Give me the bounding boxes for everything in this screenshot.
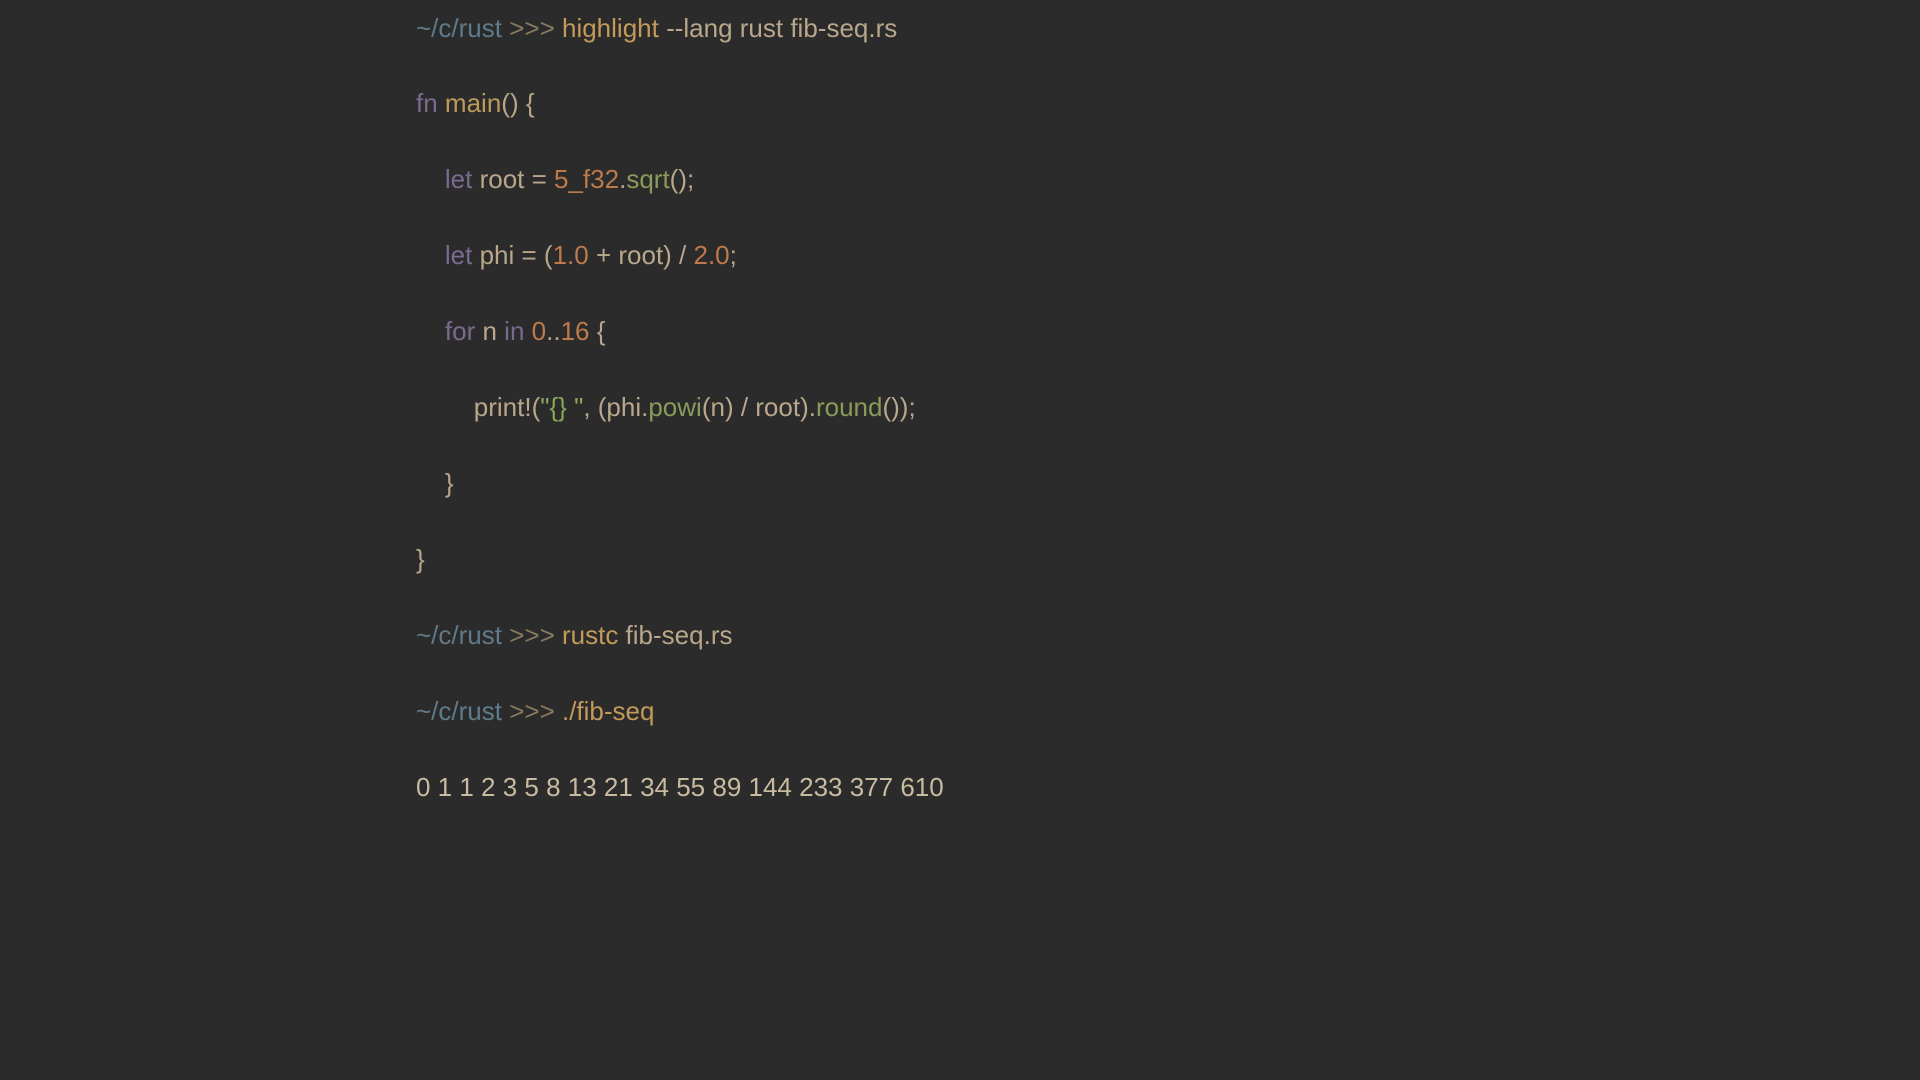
number-literal: 0 [532, 316, 546, 346]
code-text: root = [472, 164, 554, 194]
code-line-5: print!("{} ", (phi.powi(n) / root).round… [416, 389, 951, 427]
prompt-path: ~/c/rust [416, 696, 502, 726]
number-literal: 2.0 [694, 240, 730, 270]
code-text: + root) / [589, 240, 694, 270]
code-text: n [475, 316, 504, 346]
code-text: (); [670, 164, 695, 194]
number-literal: 16 [561, 316, 590, 346]
code-text: ; [730, 240, 737, 270]
keyword-in: in [504, 316, 524, 346]
command-args: --lang rust fib-seq.rs [659, 13, 897, 43]
prompt-arrows: >>> [502, 13, 562, 43]
method-round: round [816, 392, 883, 422]
code-line-6: } [416, 465, 951, 503]
command-rustc: rustc [562, 620, 618, 650]
prompt-line-1: ~/c/rust >>> highlight --lang rust fib-s… [416, 10, 951, 48]
fibonacci-output: 0 1 1 2 3 5 8 13 21 34 55 89 144 233 377… [416, 772, 951, 802]
code-text: (n) / root). [702, 392, 816, 422]
command-args: fib-seq.rs [618, 620, 732, 650]
code-line-7: } [416, 541, 951, 579]
program-output: 0 1 1 2 3 5 8 13 21 34 55 89 144 233 377… [416, 769, 951, 807]
code-text: .. [546, 316, 560, 346]
string-literal: "{} " [540, 392, 583, 422]
code-line-4: for n in 0..16 { [416, 313, 951, 351]
prompt-arrows: >>> [502, 620, 562, 650]
keyword-let: let [416, 164, 472, 194]
prompt-path: ~/c/rust [416, 13, 502, 43]
command-run-binary: ./fib-seq [562, 696, 655, 726]
code-text: ()); [882, 392, 915, 422]
code-text: } [416, 468, 454, 498]
number-literal: 1.0 [553, 240, 589, 270]
method-powi: powi [648, 392, 701, 422]
prompt-line-2: ~/c/rust >>> rustc fib-seq.rs [416, 617, 951, 655]
prompt-arrows: >>> [502, 696, 562, 726]
keyword-fn: fn [416, 88, 445, 118]
function-name: main [445, 88, 501, 118]
code-text: { [590, 316, 606, 346]
number-literal: 5_f32 [554, 164, 619, 194]
method-sqrt: sqrt [626, 164, 669, 194]
code-text: } [416, 544, 425, 574]
code-line-3: let phi = (1.0 + root) / 2.0; [416, 237, 951, 275]
keyword-for: for [416, 316, 475, 346]
code-text: print!( [416, 392, 540, 422]
code-line-1: fn main() { [416, 85, 951, 123]
keyword-let: let [416, 240, 472, 270]
prompt-path: ~/c/rust [416, 620, 502, 650]
code-text: phi = ( [472, 240, 552, 270]
command-highlight: highlight [562, 13, 659, 43]
terminal-output: ~/c/rust >>> highlight --lang rust fib-s… [416, 0, 951, 844]
code-text: , (phi. [583, 392, 648, 422]
code-line-2: let root = 5_f32.sqrt(); [416, 161, 951, 199]
prompt-line-3: ~/c/rust >>> ./fib-seq [416, 693, 951, 731]
code-text [524, 316, 531, 346]
code-text: () { [501, 88, 534, 118]
